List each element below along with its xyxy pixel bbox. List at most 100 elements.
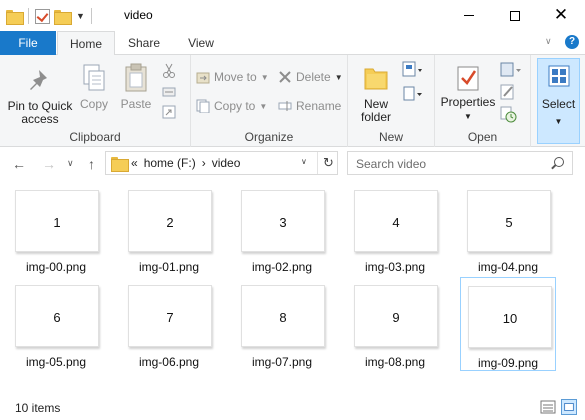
large-icons-view-icon[interactable] (561, 399, 577, 415)
recent-locations-chevron-icon[interactable]: ∨ (67, 158, 74, 169)
file-thumbnail: 9 (354, 285, 438, 347)
folder-icon (111, 157, 129, 172)
search-icon (554, 157, 564, 167)
breadcrumb-item-video[interactable]: video (212, 156, 241, 170)
edit-icon (500, 84, 514, 100)
copy-button[interactable]: Copy (78, 63, 110, 111)
breadcrumb-separator[interactable]: › (202, 156, 206, 170)
file-name: img-07.png (251, 355, 313, 369)
thumbnail-text: 10 (502, 311, 518, 326)
delete-button[interactable]: Delete ▼ (278, 67, 343, 87)
details-view-icon[interactable] (540, 399, 556, 415)
delete-icon (278, 70, 292, 84)
select-button[interactable]: Select ▼ (537, 58, 580, 144)
file-item[interactable]: 7 img-06.png (121, 277, 217, 371)
thumbnail-text: 1 (53, 215, 61, 230)
help-icon[interactable]: ? (565, 35, 579, 49)
paste-button[interactable]: Paste (118, 63, 154, 111)
move-to-button[interactable]: Move to ▼ (196, 67, 269, 87)
expand-ribbon-icon[interactable]: ∨ (545, 36, 552, 47)
file-item[interactable]: 6 img-05.png (8, 277, 104, 371)
properties-label: Properties (440, 95, 496, 109)
address-history-dropdown-icon[interactable]: ∨ (301, 157, 307, 166)
maximize-button[interactable] (492, 0, 538, 31)
toolbar-separator (28, 8, 29, 24)
minimize-button[interactable] (446, 0, 492, 31)
file-name: img-06.png (138, 355, 200, 369)
properties-icon[interactable] (35, 8, 50, 24)
delete-dropdown-icon: ▼ (334, 72, 343, 82)
back-arrow-icon[interactable]: ← (12, 156, 26, 172)
tab-home[interactable]: Home (57, 31, 115, 56)
delete-label: Delete (296, 70, 331, 84)
tab-file[interactable]: File (0, 31, 56, 55)
new-folder-icon (364, 68, 388, 90)
new-group-label: New (378, 130, 403, 144)
new-group: New folder New (348, 55, 435, 147)
easy-access-button[interactable] (402, 85, 424, 106)
rename-button[interactable]: Rename (278, 96, 341, 116)
file-item[interactable]: 8 img-07.png (234, 277, 330, 371)
file-thumbnail: 5 (467, 190, 551, 252)
forward-arrow-icon[interactable]: → (42, 156, 56, 172)
thumbnail-text: 9 (392, 310, 400, 325)
new-folder-icon[interactable] (54, 9, 72, 25)
thumbnail-text: 6 (53, 310, 61, 325)
thumbnail-text: 7 (166, 310, 174, 325)
file-name: img-02.png (251, 260, 313, 274)
quick-access-toolbar: ▼ (6, 6, 94, 26)
tab-share[interactable]: Share (118, 31, 170, 55)
file-item[interactable]: 4 img-03.png (347, 182, 443, 276)
file-item[interactable]: 10 img-09.png (460, 277, 556, 371)
new-folder-button[interactable]: New folder (354, 63, 398, 124)
edit-button[interactable] (499, 83, 517, 104)
status-bar: 10 items (0, 396, 585, 420)
open-button[interactable] (499, 61, 523, 82)
pin-to-quick-access-button[interactable]: Pin to Quick access (4, 65, 76, 126)
file-item[interactable]: 5 img-04.png (460, 182, 556, 276)
up-arrow-icon[interactable]: ↑ (88, 156, 95, 172)
pin-label: Pin to Quick access (7, 99, 73, 126)
thumbnail-text: 5 (505, 215, 513, 230)
file-thumbnail: 6 (15, 285, 99, 347)
new-folder-label: New folder (360, 97, 392, 124)
file-thumbnail: 1 (15, 190, 99, 252)
search-box[interactable]: Search video (347, 151, 573, 175)
address-bar[interactable]: « home (F:) › video ∨ ↻ (105, 151, 338, 175)
breadcrumb-item-home[interactable]: home (F:) (144, 156, 196, 170)
copy-path-button[interactable] (162, 85, 176, 102)
refresh-icon[interactable]: ↻ (317, 152, 339, 174)
file-item[interactable]: 2 img-01.png (121, 182, 217, 276)
properties-button[interactable]: Properties ▼ (438, 63, 498, 123)
maximize-icon (510, 10, 520, 21)
item-count: 10 items (15, 401, 61, 415)
file-item[interactable]: 3 img-02.png (234, 182, 330, 276)
folder-icon (6, 9, 24, 25)
clipboard-group-label: Clipboard (69, 130, 121, 144)
history-button[interactable] (499, 105, 517, 126)
file-item[interactable]: 9 img-08.png (347, 277, 443, 371)
tab-view[interactable]: View (176, 31, 226, 55)
customize-toolbar-dropdown[interactable]: ▼ (76, 11, 85, 21)
paste-shortcut-button[interactable] (162, 105, 176, 122)
open-group: Properties ▼ Open (435, 55, 531, 147)
copy-to-button[interactable]: Copy to ▼ (196, 96, 267, 116)
file-item[interactable]: 1 img-00.png (8, 182, 104, 276)
copy-path-icon (162, 87, 176, 97)
cut-button[interactable] (162, 63, 176, 82)
move-to-dropdown-icon: ▼ (260, 72, 269, 82)
move-to-label: Move to (214, 70, 257, 84)
file-name: img-03.png (364, 260, 426, 274)
file-name: img-09.png (477, 356, 539, 370)
rename-icon (278, 99, 292, 113)
title-bar: ▼ video ✕ (0, 0, 585, 31)
scissors-icon (163, 63, 175, 78)
organize-group-label: Organize (244, 130, 294, 144)
search-input[interactable]: Search video (356, 157, 426, 171)
close-button[interactable]: ✕ (538, 0, 584, 31)
file-name: img-01.png (138, 260, 200, 274)
new-item-button[interactable] (402, 61, 424, 82)
file-thumbnail: 7 (128, 285, 212, 347)
breadcrumb-overflow[interactable]: « (131, 156, 138, 170)
thumbnail-text: 4 (392, 215, 400, 230)
